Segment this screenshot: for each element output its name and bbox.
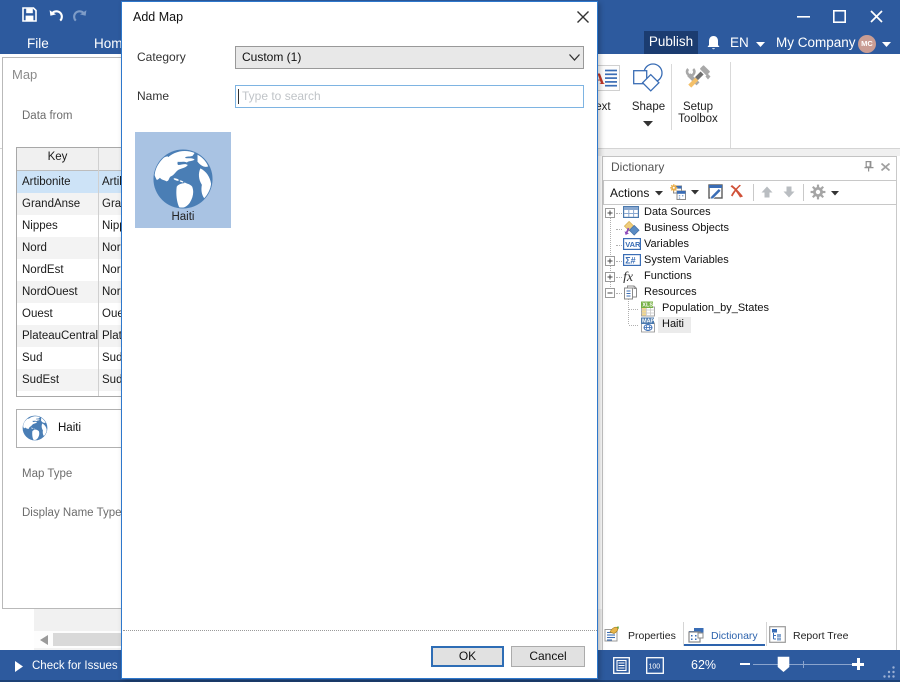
svg-text:VAR: VAR	[625, 240, 641, 249]
svg-text:XLS: XLS	[642, 303, 653, 309]
svg-text:MAP: MAP	[642, 319, 655, 325]
svg-text:Σ#: Σ#	[625, 256, 635, 266]
svg-text:100: 100	[649, 664, 661, 671]
svg-text:fx: fx	[623, 270, 634, 283]
